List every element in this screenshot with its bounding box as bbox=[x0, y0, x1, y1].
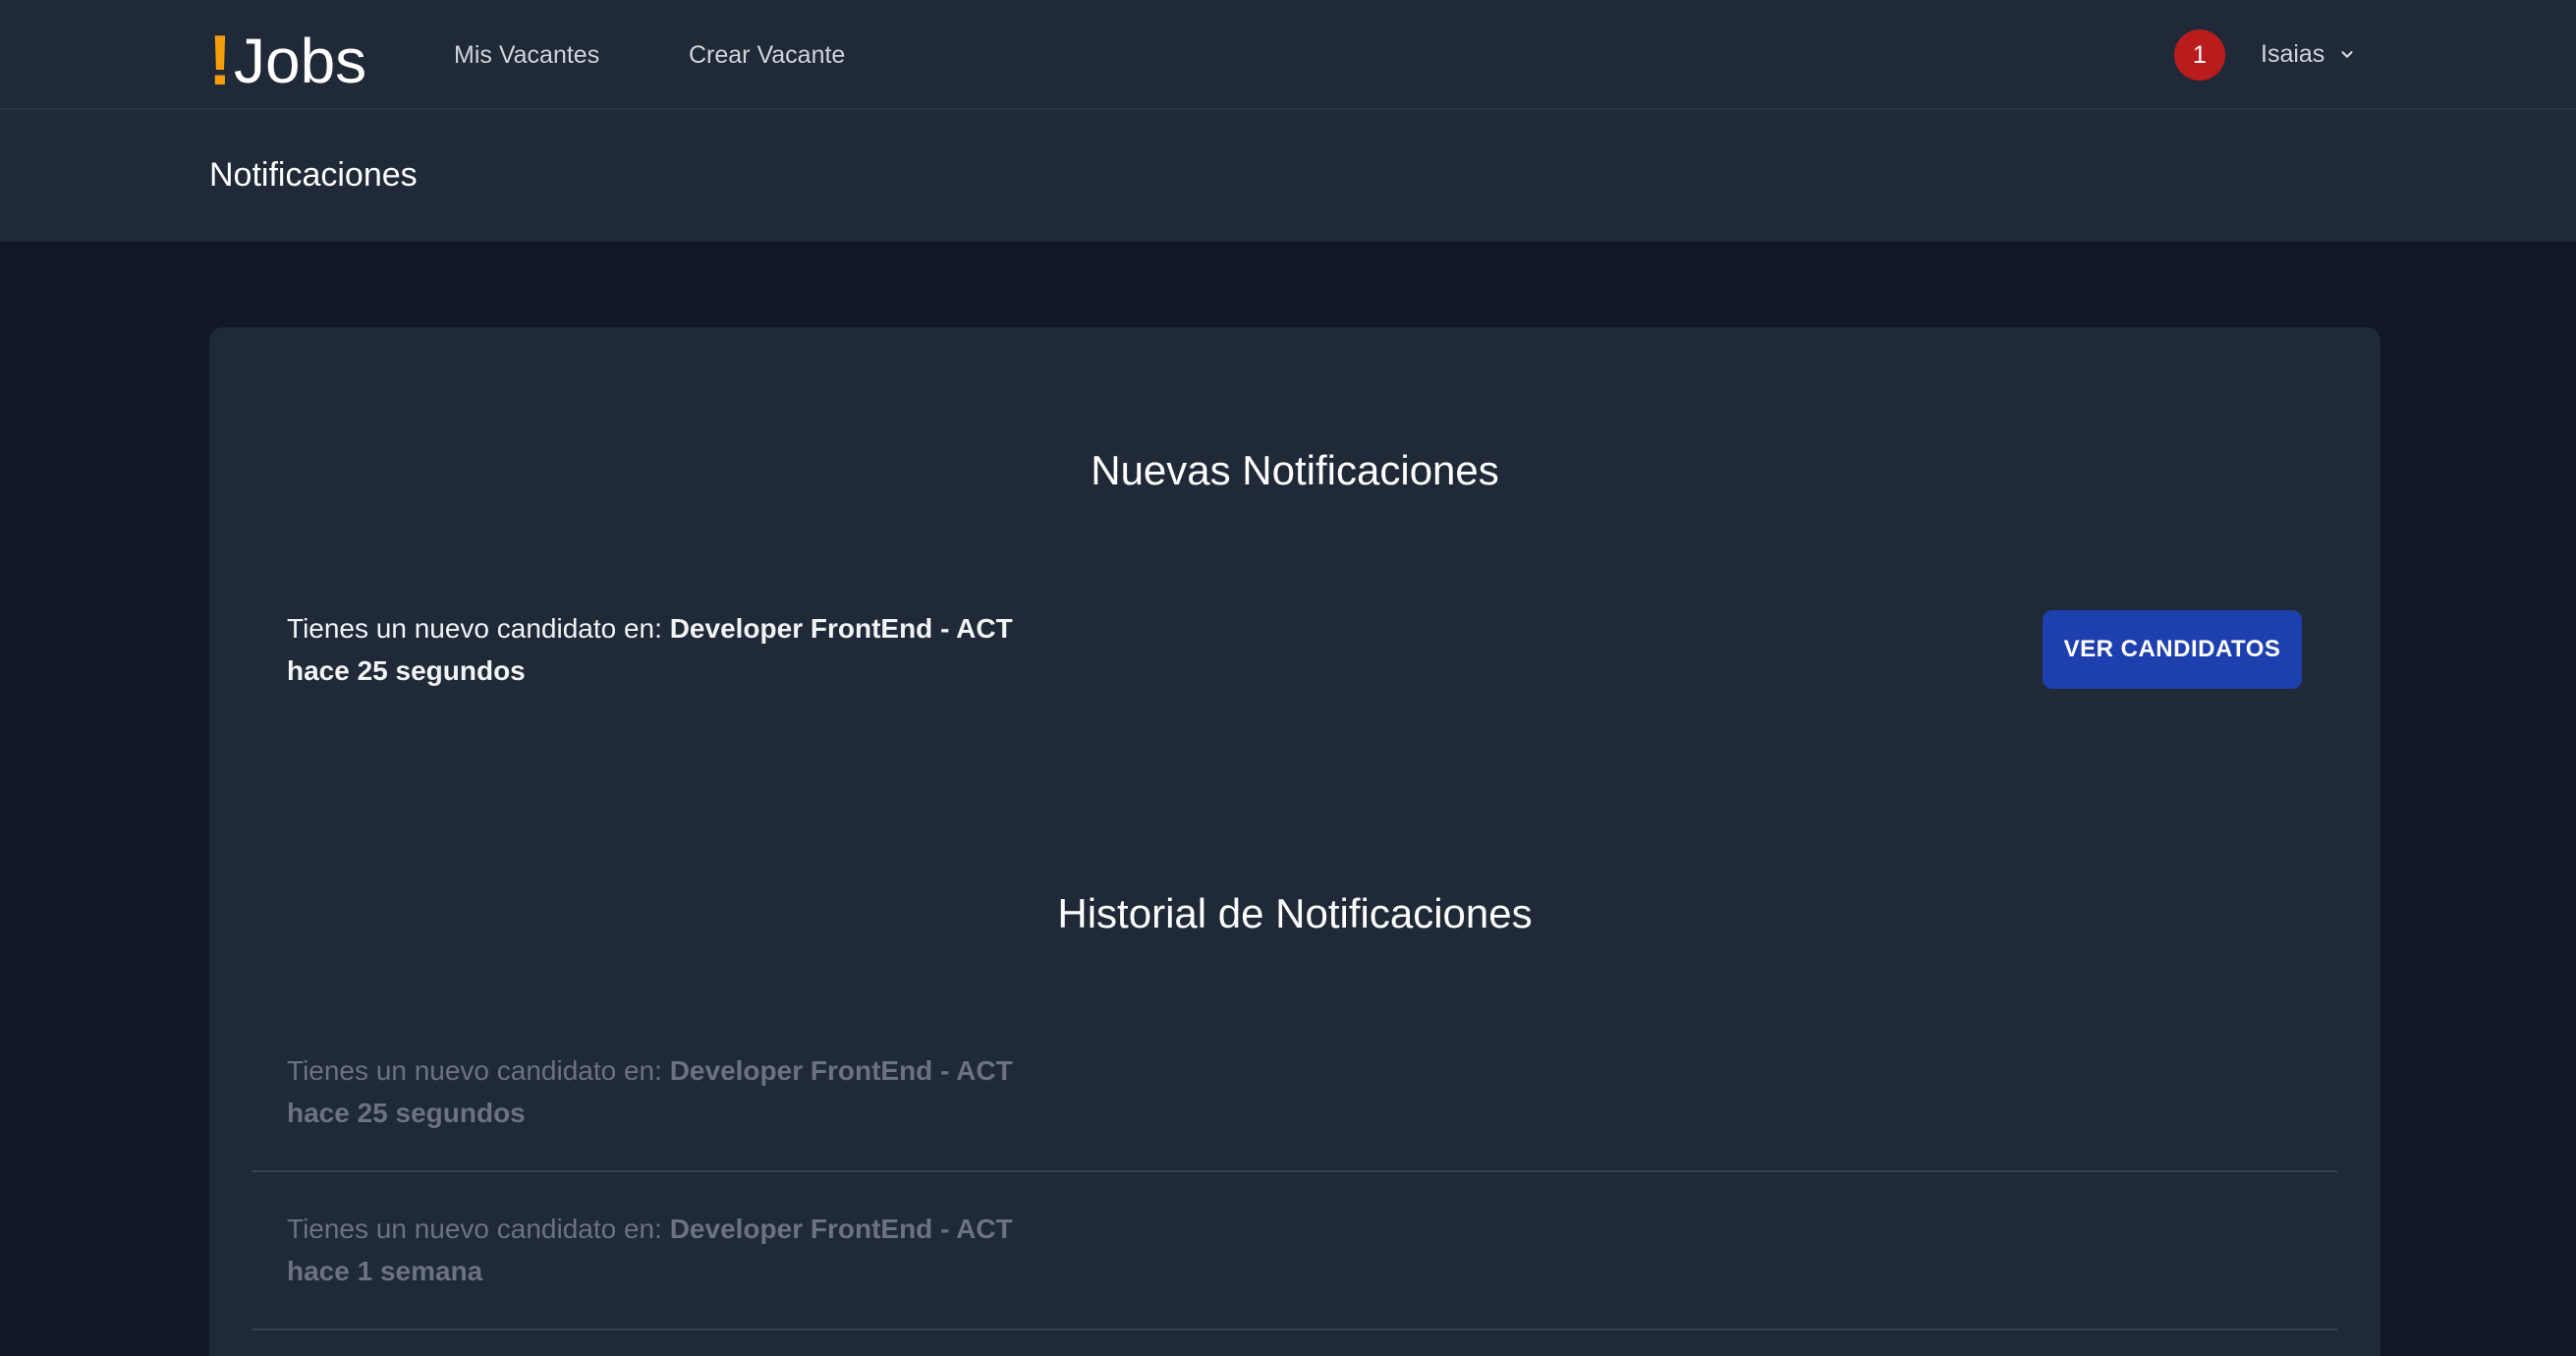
notification-vacancy: Developer FrontEnd - ACT bbox=[669, 613, 1013, 644]
page-header: Notificaciones bbox=[0, 110, 2576, 242]
notification-vacancy: Developer FrontEnd - ACT bbox=[669, 1055, 1013, 1086]
notification-time: hace 25 segundos bbox=[287, 655, 526, 686]
history-divider bbox=[252, 1328, 2337, 1330]
ver-candidatos-button[interactable]: VER CANDIDATOS bbox=[2043, 610, 2302, 689]
notification-prefix: Tienes un nuevo candidato en: bbox=[287, 613, 662, 644]
nav-link-crear-vacante[interactable]: Crear Vacante bbox=[689, 37, 845, 73]
top-navbar: ! Jobs Mis Vacantes Crear Vacante 1 Isai… bbox=[0, 0, 2576, 110]
history-item: Tienes un nuevo candidato en: Developer … bbox=[287, 1049, 1013, 1134]
notifications-card: Nuevas Notificaciones Tienes un nuevo ca… bbox=[209, 327, 2380, 1356]
user-menu-dropdown[interactable]: Isaias bbox=[2261, 35, 2356, 73]
notification-count-badge[interactable]: 1 bbox=[2174, 29, 2225, 81]
logo-text: Jobs bbox=[233, 26, 367, 96]
logo-exclamation: ! bbox=[208, 22, 232, 100]
notification-prefix: Tienes un nuevo candidato en: bbox=[287, 1055, 662, 1086]
new-notifications-heading: Nuevas Notificaciones bbox=[1091, 447, 1499, 493]
notification-time: hace 25 segundos bbox=[287, 1098, 526, 1128]
new-notification-item: Tienes un nuevo candidato en: Developer … bbox=[287, 607, 1013, 692]
notification-time: hace 1 semana bbox=[287, 1256, 483, 1286]
chevron-down-icon bbox=[2341, 51, 2353, 58]
notification-prefix: Tienes un nuevo candidato en: bbox=[287, 1214, 662, 1244]
notification-vacancy: Developer FrontEnd - ACT bbox=[669, 1214, 1013, 1244]
nav-link-mis-vacantes[interactable]: Mis Vacantes bbox=[454, 37, 599, 73]
history-divider bbox=[252, 1170, 2337, 1172]
page-title: Notificaciones bbox=[209, 156, 418, 194]
user-name: Isaias bbox=[2261, 39, 2325, 68]
jobs-logo[interactable]: ! Jobs bbox=[208, 18, 366, 96]
history-heading: Historial de Notificaciones bbox=[1057, 890, 1533, 936]
history-item: Tienes un nuevo candidato en: Developer … bbox=[287, 1208, 1013, 1292]
